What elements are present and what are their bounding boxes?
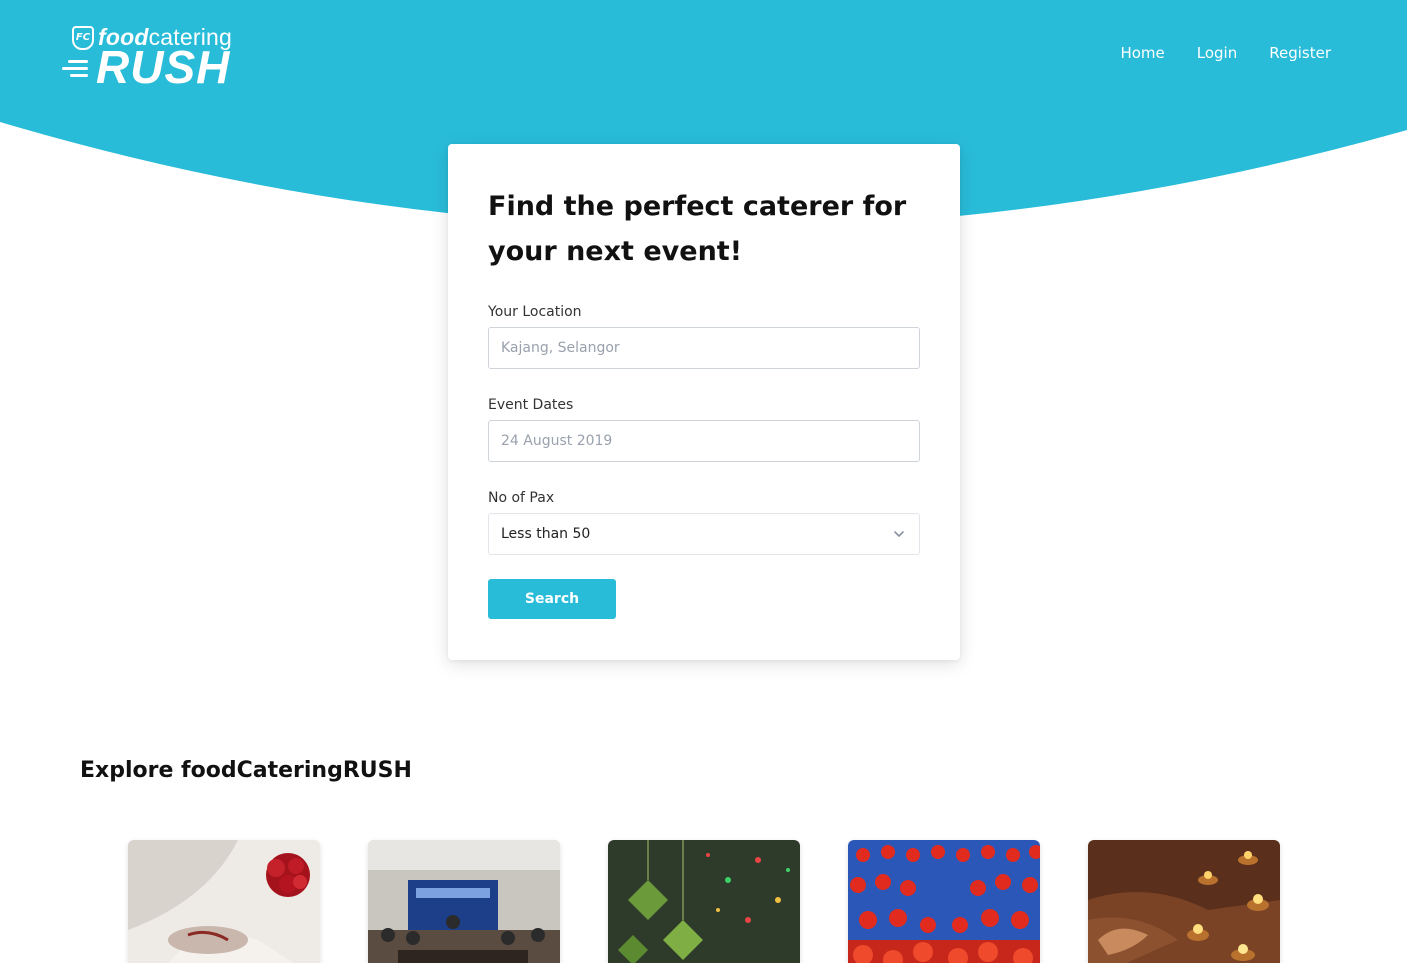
diya-lamps-image [1088,840,1280,963]
explore-tile-wedding[interactable] [128,840,320,963]
logo-rush-text: RUSH [96,41,231,93]
event-dates-label: Event Dates [488,397,574,413]
nav-home-link[interactable]: Home [1120,44,1164,62]
explore-tile-deepavali[interactable] [1088,840,1280,963]
meeting-image [368,840,560,963]
chevron-down-icon [894,531,904,537]
site-logo[interactable]: FC foodcatering RUSH [60,24,260,94]
pax-selected-value: Less than 50 [501,526,591,542]
search-card: Find the perfect caterer for your next e… [448,144,960,660]
nav-login-link[interactable]: Login [1197,44,1237,62]
search-button[interactable]: Search [488,579,616,619]
page: FC foodcatering RUSH Home Login Register… [0,0,1407,963]
top-nav: Home Login Register [1120,44,1331,62]
pax-label: No of Pax [488,490,555,506]
event-dates-input[interactable] [488,420,920,462]
location-input[interactable] [488,327,920,369]
search-card-title: Find the perfect caterer for your next e… [488,191,907,267]
pax-select[interactable]: Less than 50 [488,513,920,555]
ketupat-image [608,840,800,963]
logo-rush-line: RUSH [60,44,230,90]
speed-lines-icon [60,52,94,82]
explore-tile-corporate[interactable] [368,840,560,963]
nav-register-link[interactable]: Register [1269,44,1331,62]
explore-section-title: Explore foodCateringRUSH [80,758,412,783]
location-label: Your Location [488,304,582,320]
wedding-image [128,840,320,963]
explore-tile-chinese-new-year[interactable] [848,840,1040,963]
explore-tile-hari-raya[interactable] [608,840,800,963]
lanterns-image [848,840,1040,963]
explore-tiles [128,840,1280,963]
